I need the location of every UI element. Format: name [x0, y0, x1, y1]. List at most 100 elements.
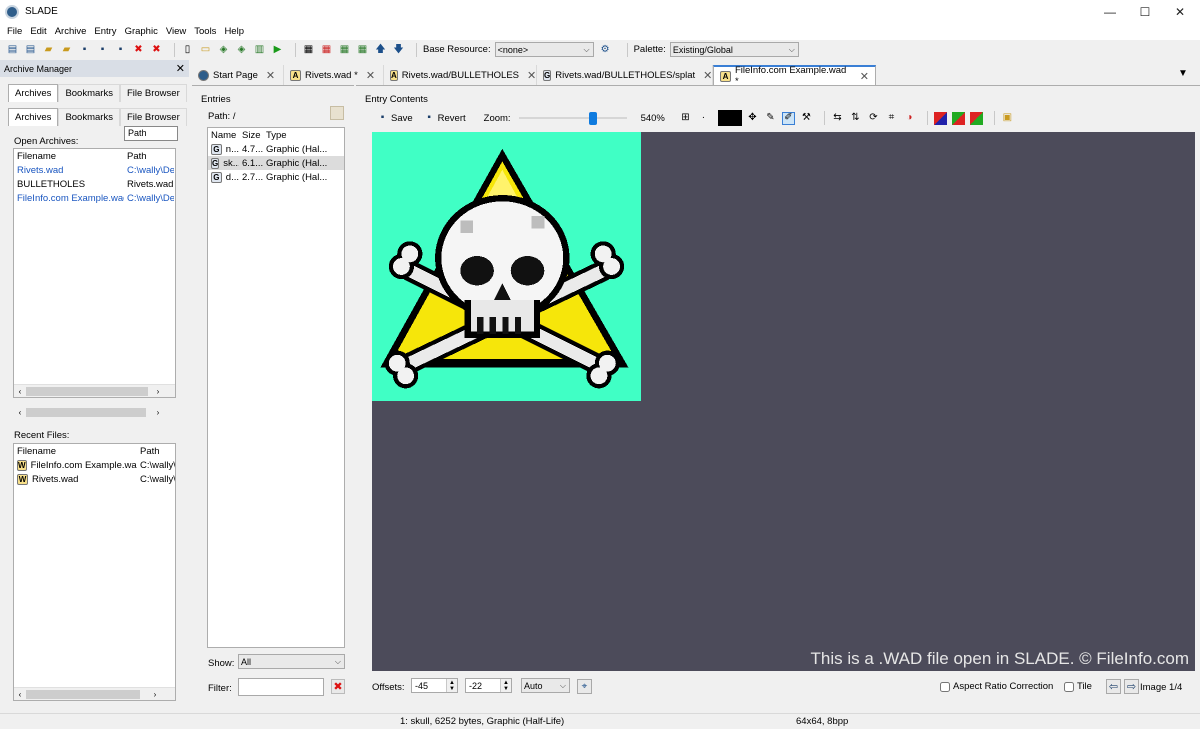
column-filename[interactable]: Filename	[14, 151, 124, 162]
menu-help[interactable]: Help	[220, 23, 248, 40]
zoom-slider-thumb[interactable]	[588, 112, 597, 125]
graphic-canvas[interactable]: This is a .WAD file open in SLADE. © Fil…	[372, 132, 1195, 671]
filter-input[interactable]	[238, 678, 324, 696]
flip-icon[interactable]: ⇅	[849, 112, 862, 125]
settings-gear-icon[interactable]: ⚙	[599, 43, 612, 56]
save-all-icon[interactable]: ▪	[114, 43, 127, 56]
tile-checkbox[interactable]: Tile	[1064, 681, 1092, 692]
close-tab-icon[interactable]: ✕	[860, 70, 869, 83]
rename-icon[interactable]: ▦	[302, 43, 315, 56]
list-item[interactable]: Rivets.wad C:\wally\De	[14, 163, 175, 177]
move-icon[interactable]: ✥	[746, 112, 759, 125]
list-item[interactable]: W FileInfo.com Example.wad C:\wally\	[14, 458, 175, 472]
show-filter-select[interactable]: All ⌵	[238, 654, 345, 669]
new-entry-icon[interactable]: ▯	[181, 43, 194, 56]
up-directory-icon[interactable]	[330, 106, 344, 120]
tab-splat[interactable]: G Rivets.wad/BULLETHOLES/splat ✕	[537, 65, 713, 85]
offset-y-spinner[interactable]: -22 ▲ ▼	[465, 678, 512, 693]
brush-shape-icon[interactable]: ·	[697, 112, 710, 125]
offset-x-spinner[interactable]: -45 ▲ ▼	[411, 678, 458, 693]
move-down-icon[interactable]: 🡇	[392, 43, 405, 56]
run-icon[interactable]: ▶	[271, 43, 284, 56]
menu-archive[interactable]: Archive	[51, 23, 91, 40]
save-as-icon[interactable]: ▪	[96, 43, 109, 56]
entry-row-selected[interactable]: Gsk... 6.1... Graphic (Hal...	[208, 156, 344, 170]
tab-list-dropdown-icon[interactable]: ▼	[1178, 68, 1188, 79]
column-path[interactable]: Path	[124, 151, 174, 162]
tab-fileinfo-example[interactable]: A FileInfo.com Example.wad * ✕	[713, 65, 876, 87]
translate-icon[interactable]: ⚒	[800, 112, 813, 125]
crop-icon[interactable]: ⌗	[885, 112, 898, 125]
column-type[interactable]: Type	[263, 130, 343, 141]
offset-crosshair-icon[interactable]: ⌖	[577, 679, 592, 694]
close-all-icon[interactable]: ✖	[150, 43, 163, 56]
tab-bookmarks-outer[interactable]: Bookmarks	[58, 84, 120, 102]
column-path[interactable]: Path	[137, 446, 175, 457]
menu-tools[interactable]: Tools	[190, 23, 220, 40]
zoom-slider[interactable]	[518, 111, 627, 125]
tint-icon[interactable]	[969, 111, 983, 125]
offset-mode-select[interactable]: Auto ⌵	[521, 678, 570, 693]
save-button[interactable]: Save	[391, 113, 413, 124]
palette-select[interactable]: Existing/Global ⌵	[669, 42, 799, 57]
colour-swatch[interactable]	[717, 110, 742, 126]
mirror-icon[interactable]: ⇆	[831, 112, 844, 125]
close-archive-icon[interactable]: ✖	[132, 43, 145, 56]
open-icon[interactable]: ▰	[42, 43, 55, 56]
menu-entry[interactable]: Entry	[90, 23, 120, 40]
menu-graphic[interactable]: Graphic	[121, 23, 162, 40]
tile-check[interactable]	[1064, 681, 1074, 692]
new-dir-icon[interactable]: ▭	[199, 43, 212, 56]
close-tab-icon[interactable]: ✕	[527, 69, 536, 82]
convert-icon[interactable]: ▣	[1001, 112, 1014, 125]
prev-image-icon[interactable]: ⇦	[1106, 679, 1121, 694]
delete-entry-icon[interactable]: ▦	[320, 43, 333, 56]
aspect-ratio-check[interactable]	[940, 681, 950, 692]
tab-filebrowser-inner[interactable]: File Browser	[119, 108, 187, 126]
minimize-button[interactable]: —	[1090, 0, 1130, 23]
tab-filebrowser-outer[interactable]: File Browser	[119, 84, 187, 102]
colourise-icon[interactable]	[951, 111, 965, 125]
colour-palette-icon[interactable]: ⊞	[679, 112, 692, 125]
close-tab-icon[interactable]: ✕	[703, 69, 712, 82]
menu-view[interactable]: View	[162, 23, 190, 40]
eraser-icon[interactable]: ✐	[781, 111, 795, 125]
close-window-button[interactable]: ✕	[1160, 0, 1200, 23]
tab-bookmarks-inner[interactable]: Bookmarks	[58, 108, 120, 126]
pencil-icon[interactable]: ✎	[764, 112, 777, 125]
tab-bulletholes[interactable]: A Rivets.wad/BULLETHOLES ✕	[384, 65, 537, 85]
export-entry-icon[interactable]: ▦	[356, 43, 369, 56]
tab-rivets-wad[interactable]: A Rivets.wad * ✕	[284, 65, 384, 85]
save-icon[interactable]: ▪	[78, 43, 91, 56]
remap-colours-icon[interactable]	[933, 111, 947, 125]
menu-file[interactable]: File	[3, 23, 26, 40]
list-item[interactable]: FileInfo.com Example.wad C:\wally\De	[14, 191, 175, 205]
column-filename[interactable]: Filename	[14, 446, 137, 457]
horizontal-scrollbar[interactable]: ‹ ›	[14, 406, 176, 419]
aspect-ratio-checkbox[interactable]: Aspect Ratio Correction	[940, 681, 1053, 692]
build-icon[interactable]: ▥	[253, 43, 266, 56]
base-resource-select[interactable]: <none> ⌵	[494, 42, 594, 57]
horizontal-scrollbar[interactable]: ‹ ›	[14, 687, 175, 700]
next-image-icon[interactable]: ⇨	[1124, 679, 1139, 694]
tab-archives-inner[interactable]: Archives	[8, 108, 59, 126]
import-entry-icon[interactable]: ▦	[338, 43, 351, 56]
revert-button[interactable]: Revert	[438, 113, 466, 124]
close-panel-icon[interactable]: ✕	[176, 62, 185, 75]
tab-start-page[interactable]: Start Page ✕	[192, 65, 284, 85]
new-archive-icon[interactable]: ▤	[6, 43, 19, 56]
column-size[interactable]: Size	[239, 130, 263, 141]
menu-edit[interactable]: Edit	[26, 23, 50, 40]
alpha-icon[interactable]: ◑	[903, 112, 916, 125]
column-name[interactable]: Name	[208, 130, 239, 141]
import-dir-icon[interactable]: ◈	[235, 43, 248, 56]
open-dir-icon[interactable]: ▰	[60, 43, 73, 56]
close-tab-icon[interactable]: ✕	[366, 69, 375, 82]
entry-row[interactable]: Gd... 2.7... Graphic (Hal...	[208, 170, 344, 184]
move-up-icon[interactable]: 🡅	[374, 43, 387, 56]
horizontal-scrollbar[interactable]: ‹ ›	[14, 384, 175, 397]
tab-archives-outer[interactable]: Archives	[8, 84, 59, 102]
rotate-icon[interactable]: ⟳	[867, 112, 880, 125]
list-item[interactable]: W Rivets.wad C:\wally\	[14, 472, 175, 486]
clear-filter-icon[interactable]: ✖	[331, 679, 345, 694]
